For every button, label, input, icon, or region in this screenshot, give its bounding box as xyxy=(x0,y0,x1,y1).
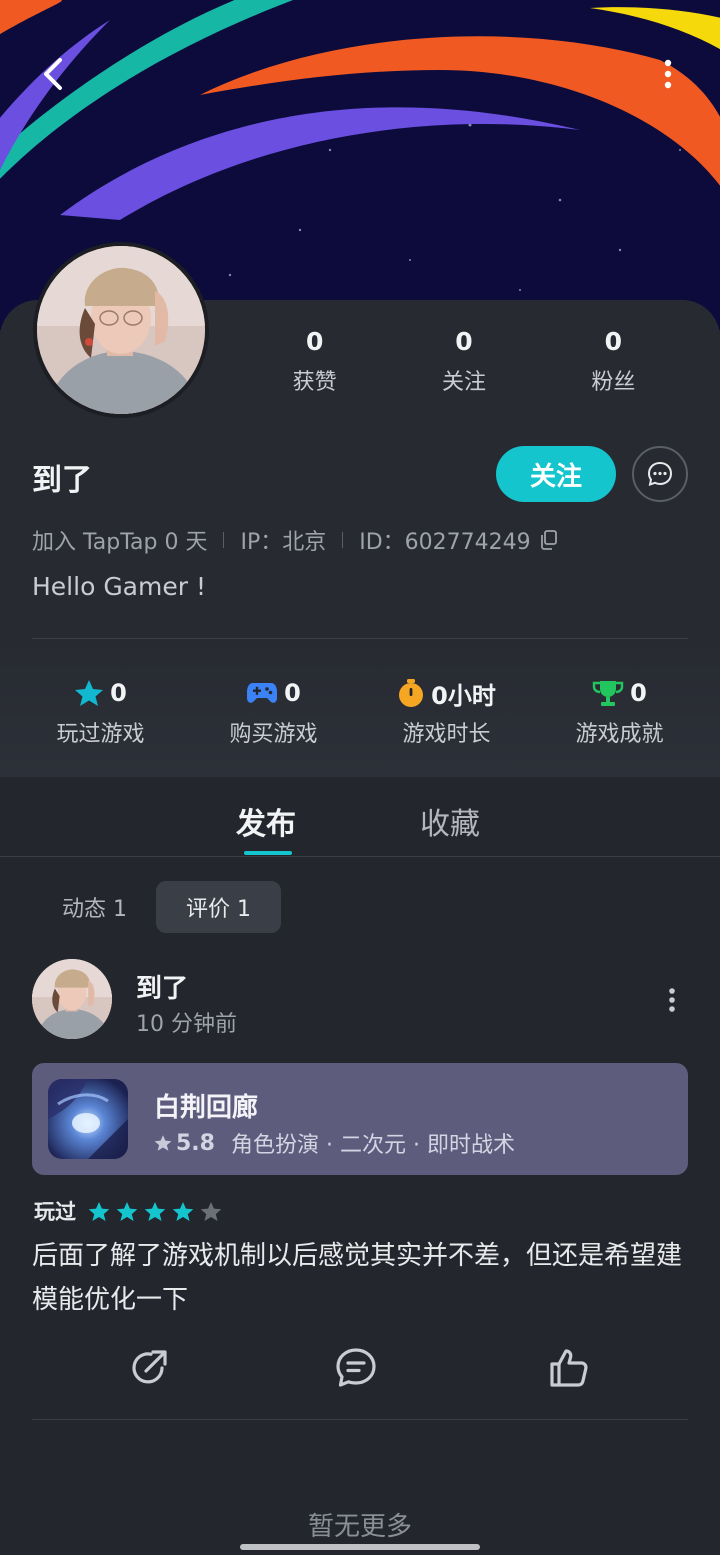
user-id: ID：602774249 xyxy=(359,530,531,555)
post-more-button[interactable] xyxy=(656,980,688,1020)
profile-meta: 加入 TapTap 0 天 IP：北京 ID：602774249 xyxy=(32,524,559,556)
stat-likes[interactable]: 0 获赞 xyxy=(240,326,389,396)
active-tab-indicator xyxy=(244,851,292,855)
copy-icon xyxy=(540,530,557,550)
content-tabs: 发布 收藏 xyxy=(0,777,720,857)
home-indicator[interactable] xyxy=(240,1544,480,1550)
game-title: 白荆回廊 xyxy=(154,1093,259,1123)
tab-favorites[interactable]: 收藏 xyxy=(420,799,480,843)
game-stat-label: 购买游戏 xyxy=(229,722,318,747)
stat-label: 关注 xyxy=(441,370,486,395)
game-stat-label: 游戏成就 xyxy=(575,722,664,747)
game-card[interactable]: 白荆回廊 5.8 角色扮演 · 二次元 · 即时战术 xyxy=(32,1063,688,1175)
like-button[interactable] xyxy=(545,1344,593,1392)
more-options-button[interactable] xyxy=(638,44,698,104)
game-stat-value: 0 xyxy=(284,679,301,707)
subtab-feed[interactable]: 动态 1 xyxy=(32,881,157,933)
chat-bubble-icon xyxy=(647,461,673,487)
star-icon xyxy=(154,1135,172,1151)
rating-star-icon xyxy=(144,1201,166,1221)
message-button[interactable] xyxy=(632,446,688,502)
rating-star-icon xyxy=(88,1201,110,1221)
username: 到了 xyxy=(32,463,92,498)
tab-publish[interactable]: 发布 xyxy=(236,799,296,843)
played-label: 玩过 xyxy=(34,1200,76,1224)
divider xyxy=(32,1419,688,1420)
game-stat-achievements[interactable]: 0 游戏成就 xyxy=(533,676,706,748)
more-vertical-icon xyxy=(669,988,675,1012)
stat-value: 0 xyxy=(305,327,324,356)
share-icon xyxy=(132,1350,167,1384)
stat-followers[interactable]: 0 粉丝 xyxy=(539,326,688,396)
rating-star-icon xyxy=(172,1201,194,1221)
rating-star-icon xyxy=(200,1201,222,1221)
avatar[interactable] xyxy=(33,242,209,418)
back-button[interactable] xyxy=(24,44,84,104)
post-author-avatar[interactable] xyxy=(32,959,112,1039)
game-artwork xyxy=(48,1079,128,1159)
game-stats: 0 玩过游戏 0 购买游戏 0小时 游戏时长 0 游戏成就 xyxy=(14,676,706,748)
post-time: 10 分钟前 xyxy=(136,1012,237,1037)
gamepad-icon xyxy=(247,683,278,703)
meta-separator xyxy=(223,532,225,548)
game-stat-label: 玩过游戏 xyxy=(56,722,145,747)
trophy-icon xyxy=(592,681,624,706)
thumbs-up-icon xyxy=(550,1349,588,1387)
star-icon xyxy=(75,680,104,706)
comment-button[interactable] xyxy=(332,1344,380,1392)
review-rating: 玩过 xyxy=(34,1196,228,1226)
profile-stats: 0 获赞 0 关注 0 粉丝 xyxy=(240,326,688,396)
avatar-image xyxy=(37,246,205,414)
comment-icon xyxy=(336,1348,376,1387)
stat-value: 0 xyxy=(455,327,473,356)
game-stat-playtime[interactable]: 0小时 游戏时长 xyxy=(360,676,533,748)
game-tags: 角色扮演 · 二次元 · 即时战术 xyxy=(230,1133,515,1158)
stopwatch-icon xyxy=(399,679,424,707)
no-more-label: 暂无更多 xyxy=(307,1512,412,1542)
stat-label: 获赞 xyxy=(292,370,337,395)
game-stat-played[interactable]: 0 玩过游戏 xyxy=(14,676,187,748)
game-stat-value: 0小时 xyxy=(431,681,496,710)
more-vertical-icon xyxy=(664,59,672,89)
bio: Hello Gamer ! xyxy=(32,572,206,601)
joined-days: 加入 TapTap 0 天 xyxy=(32,530,208,555)
avatar-image xyxy=(32,959,112,1039)
game-info: 5.8 角色扮演 · 二次元 · 即时战术 xyxy=(154,1127,515,1159)
game-stat-value: 0 xyxy=(630,679,647,707)
stat-value: 0 xyxy=(604,327,623,356)
rating-star-icon xyxy=(116,1201,138,1221)
game-icon xyxy=(48,1079,128,1159)
subtab-reviews[interactable]: 评价 1 xyxy=(156,881,281,933)
meta-separator xyxy=(342,532,344,548)
share-button[interactable] xyxy=(125,1344,173,1392)
rating-stars xyxy=(88,1201,228,1222)
game-stat-purchased[interactable]: 0 购买游戏 xyxy=(187,676,360,748)
game-stat-value: 0 xyxy=(110,679,127,707)
review-text[interactable]: 后面了解了游戏机制以后感觉其实并不差，但还是希望建模能优化一下 xyxy=(32,1234,688,1322)
copy-id-button[interactable] xyxy=(539,529,559,551)
ip-location: IP：北京 xyxy=(240,530,327,555)
stat-label: 粉丝 xyxy=(591,370,636,395)
divider xyxy=(32,638,688,639)
post-author-name[interactable]: 到了 xyxy=(136,968,188,1005)
game-score: 5.8 xyxy=(176,1130,215,1156)
follow-button[interactable]: 关注 xyxy=(496,446,616,502)
chevron-left-icon xyxy=(44,58,62,90)
game-stat-label: 游戏时长 xyxy=(402,722,491,747)
stat-following[interactable]: 0 关注 xyxy=(389,326,538,396)
